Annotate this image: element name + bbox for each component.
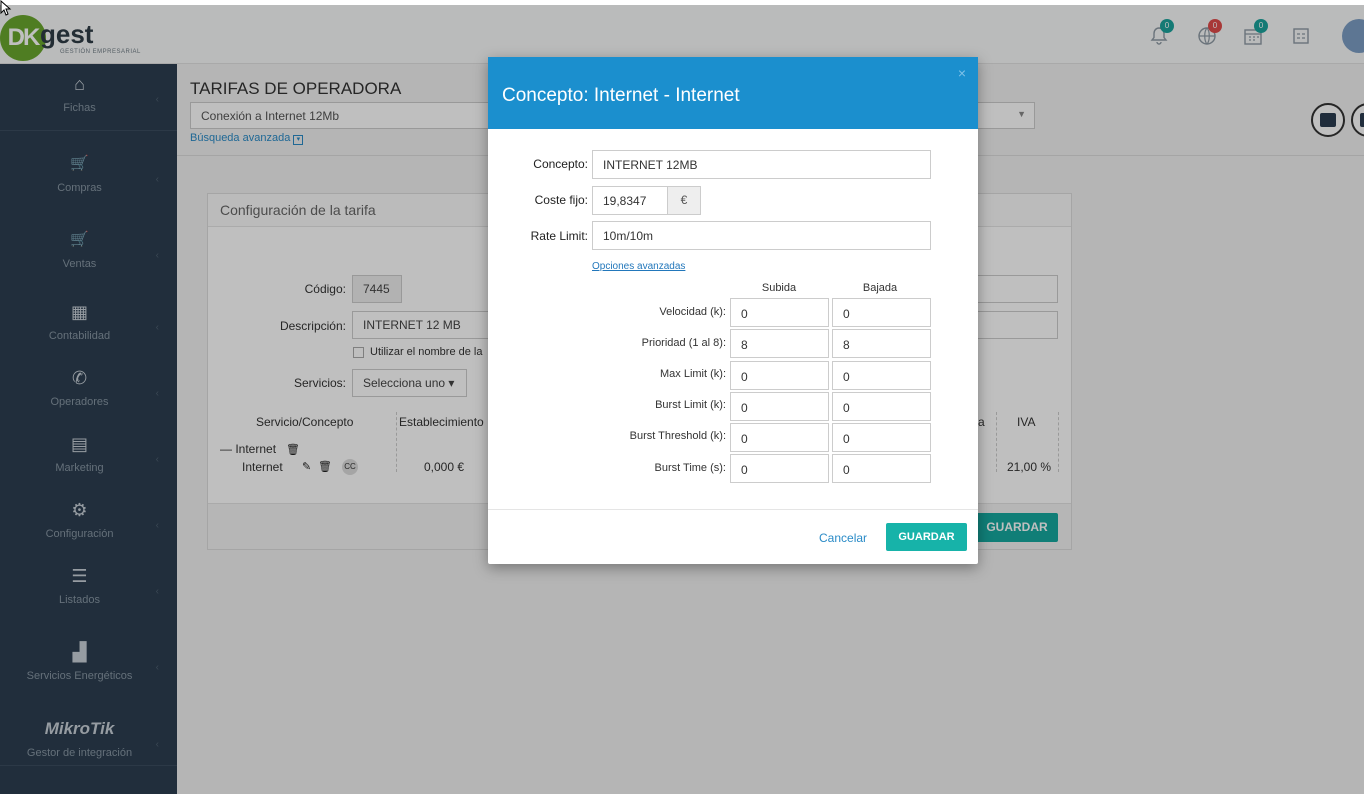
burst-time-subida-input[interactable]: 0 [730, 454, 829, 483]
coste-fijo-label: Coste fijo: [534, 193, 588, 207]
close-icon[interactable]: × [958, 65, 966, 81]
modal-header: Concepto: Internet - Internet × [488, 57, 978, 129]
burst-time-bajada-input[interactable]: 0 [832, 454, 931, 483]
burst-threshold-label: Burst Threshold (k): [629, 430, 726, 442]
burst-threshold-bajada-input[interactable]: 0 [832, 423, 931, 452]
concepto-input[interactable]: INTERNET 12MB [592, 150, 931, 179]
burst-limit-label: Burst Limit (k): [655, 399, 726, 411]
burst-threshold-subida-input[interactable]: 0 [730, 423, 829, 452]
modal-title: Concepto: Internet - Internet [502, 85, 740, 106]
rate-limit-input[interactable]: 10m/10m [592, 221, 931, 250]
burst-limit-subida-input[interactable]: 0 [730, 392, 829, 421]
prioridad-bajada-input[interactable]: 8 [832, 329, 931, 358]
mouse-cursor-icon [0, 0, 12, 16]
col-bajada: Bajada [862, 282, 898, 294]
velocidad-bajada-input[interactable]: 0 [832, 298, 931, 327]
save-button[interactable]: GUARDAR [886, 523, 967, 551]
prioridad-subida-input[interactable]: 8 [730, 329, 829, 358]
cancel-button[interactable]: Cancelar [819, 531, 867, 545]
max-limit-bajada-input[interactable]: 0 [832, 361, 931, 390]
max-limit-label: Max Limit (k): [660, 368, 726, 380]
max-limit-subida-input[interactable]: 0 [730, 361, 829, 390]
concept-modal: Concepto: Internet - Internet × Concepto… [488, 57, 978, 564]
modal-footer-divider [488, 509, 978, 510]
burst-time-label: Burst Time (s): [654, 462, 726, 474]
burst-limit-bajada-input[interactable]: 0 [832, 392, 931, 421]
advanced-options-link[interactable]: Opciones avanzadas [592, 261, 685, 272]
concepto-label: Concepto: [533, 157, 588, 171]
col-subida: Subida [761, 282, 797, 294]
rate-limit-label: Rate Limit: [530, 229, 588, 243]
prioridad-label: Prioridad (1 al 8): [641, 337, 726, 349]
velocidad-label: Velocidad (k): [659, 306, 726, 318]
euro-addon: € [668, 186, 701, 215]
coste-fijo-input[interactable]: 19,8347 [592, 186, 668, 215]
velocidad-subida-input[interactable]: 0 [730, 298, 829, 327]
